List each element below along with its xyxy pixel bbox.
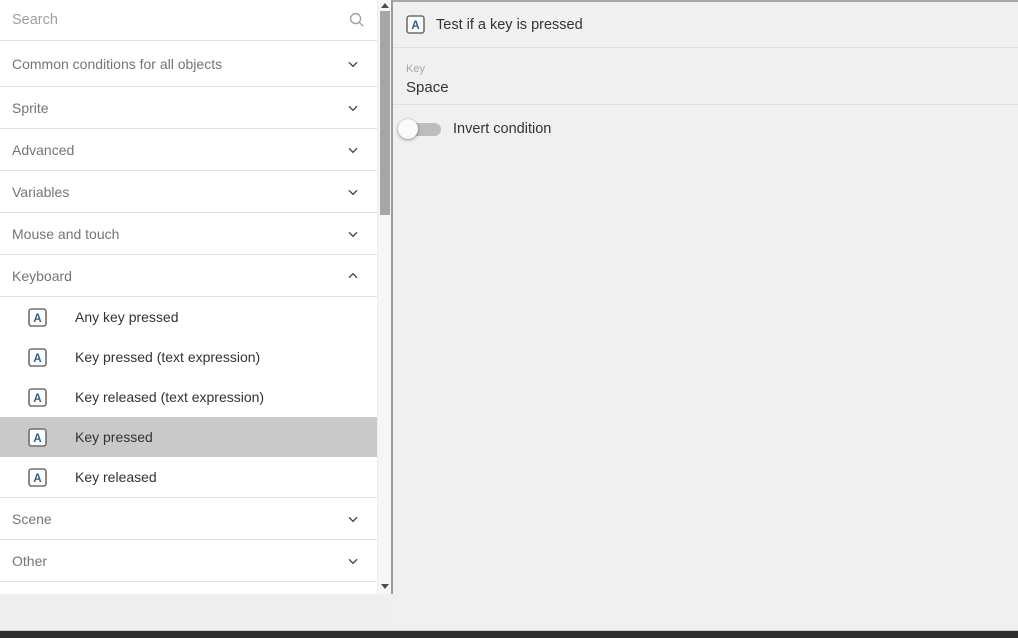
chevron-down-icon [345,100,361,116]
condition-item-any-key-pressed[interactable]: A Any key pressed [0,297,377,337]
item-label: Any key pressed [75,309,179,325]
invert-condition-label: Invert condition [453,121,551,137]
key-parameter-field: Key Space [393,48,1018,105]
item-label: Key pressed (text expression) [75,349,260,365]
sidebar-section-variables[interactable]: Variables [0,171,377,213]
condition-item-key-released[interactable]: A Key released [0,457,377,497]
condition-title: Test if a key is pressed [436,17,583,33]
keyboard-key-icon: A [28,308,47,327]
section-label: Other [12,553,47,569]
svg-text:A: A [33,432,41,444]
sidebar-section-advanced[interactable]: Advanced [0,129,377,171]
sidebar-section-sprite[interactable]: Sprite [0,87,377,129]
svg-text:A: A [411,20,419,32]
key-field-label: Key [406,63,1018,75]
sidebar-section-mouse-and-touch[interactable]: Mouse and touch [0,213,377,255]
section-label: Keyboard [12,268,72,284]
keyboard-items-group: A Any key pressed A Key pressed (text ex… [0,297,377,498]
invert-condition-toggle[interactable] [398,119,442,139]
keyboard-key-icon: A [28,468,47,487]
clipped-next-row [0,582,377,594]
dialog-footer [0,594,393,631]
section-label: Common conditions for all objects [12,56,222,72]
sidebar-scrollbar[interactable] [377,0,391,594]
svg-text:A: A [33,392,41,404]
svg-text:A: A [33,472,41,484]
section-label: Variables [12,184,69,200]
condition-picker-dialog: Common conditions for all objects Sprite… [0,0,1018,638]
window-bottom-bar [0,631,1018,638]
scrollbar-thumb[interactable] [380,11,390,215]
condition-detail-panel: A Test if a key is pressed Key Space Inv… [393,0,1018,631]
key-field-value[interactable]: Space [406,79,1018,96]
keyboard-key-icon: A [28,428,47,447]
chevron-down-icon [345,56,361,72]
svg-text:A: A [33,352,41,364]
scrollbar-up-arrow[interactable] [378,0,392,11]
section-label: Mouse and touch [12,226,119,242]
section-label: Advanced [12,142,74,158]
item-label: Key pressed [75,429,153,445]
condition-item-key-pressed-text-expression[interactable]: A Key pressed (text expression) [0,337,377,377]
search-icon [349,12,365,28]
condition-header: A Test if a key is pressed [393,2,1018,48]
chevron-down-icon [345,511,361,527]
condition-item-key-pressed[interactable]: A Key pressed [0,417,377,457]
sidebar-section-common-conditions[interactable]: Common conditions for all objects [0,41,377,87]
keyboard-key-icon: A [28,348,47,367]
chevron-down-icon [345,142,361,158]
conditions-sidebar: Common conditions for all objects Sprite… [0,0,377,594]
sidebar-section-scene[interactable]: Scene [0,498,377,540]
chevron-down-icon [345,226,361,242]
section-label: Sprite [12,100,49,116]
search-input[interactable] [12,12,349,28]
chevron-down-icon [345,184,361,200]
search-bar [0,0,377,41]
keyboard-key-icon: A [28,388,47,407]
keyboard-key-icon: A [406,15,425,34]
toggle-knob [398,119,418,139]
chevron-down-icon [345,553,361,569]
chevron-up-icon [345,268,361,284]
sidebar-section-keyboard[interactable]: Keyboard [0,255,377,297]
sidebar-section-other[interactable]: Other [0,540,377,582]
scrollbar-down-arrow[interactable] [378,581,392,592]
item-label: Key released (text expression) [75,389,264,405]
condition-item-key-released-text-expression[interactable]: A Key released (text expression) [0,377,377,417]
section-label: Scene [12,511,52,527]
item-label: Key released [75,469,157,485]
svg-text:A: A [33,312,41,324]
invert-condition-row: Invert condition [393,105,1018,139]
